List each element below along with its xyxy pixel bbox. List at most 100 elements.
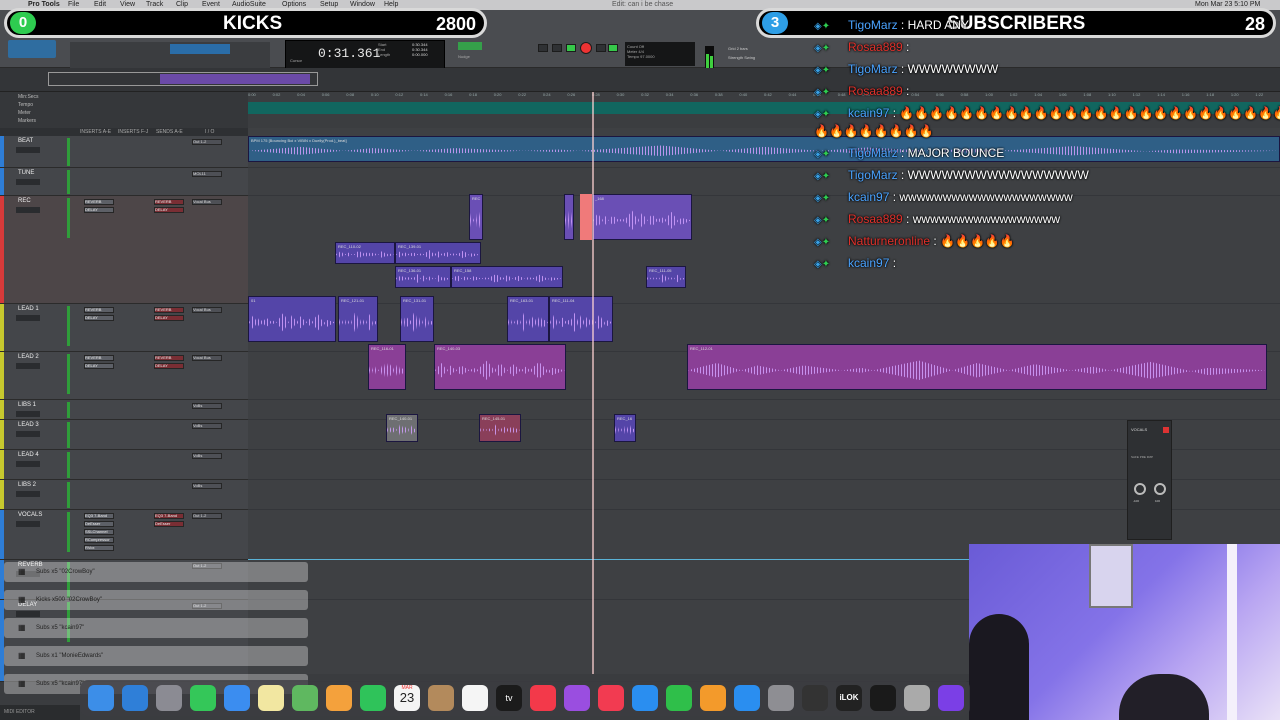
- insert-slot[interactable]: DELAY: [84, 315, 114, 321]
- audio-clip[interactable]: REC_158: [451, 266, 563, 288]
- track-buttons[interactable]: [16, 315, 40, 321]
- audio-clip[interactable]: 01: [248, 296, 336, 342]
- mail-icon[interactable]: [224, 685, 250, 711]
- length-value[interactable]: 0:00.000: [412, 52, 428, 57]
- track-lead-4[interactable]: LEAD 4 VoBs: [0, 450, 248, 480]
- send-slot[interactable]: REVERB: [154, 355, 184, 361]
- audio-clip[interactable]: REC_131-01: [400, 296, 434, 342]
- output-selector[interactable]: VoBs: [192, 403, 222, 409]
- maps-icon[interactable]: [292, 685, 318, 711]
- track-buttons[interactable]: [16, 179, 40, 185]
- track-buttons[interactable]: [16, 411, 40, 417]
- recording-clip[interactable]: [580, 194, 592, 240]
- track-lead-2[interactable]: LEAD 2 Vocal Bus REVERB REVERB DELAY DELAY: [0, 352, 248, 400]
- send-slot[interactable]: DELAY: [154, 315, 184, 321]
- track-name[interactable]: LIBS 1: [18, 402, 36, 408]
- track-tune[interactable]: TUNE MOL11: [0, 168, 248, 196]
- finder-icon[interactable]: [88, 685, 114, 711]
- insert-slot[interactable]: DELAY: [84, 207, 114, 213]
- podcasts-icon[interactable]: [564, 685, 590, 711]
- track-buttons[interactable]: [16, 431, 40, 437]
- send-slot[interactable]: EQ3 7-Band: [154, 513, 184, 519]
- track-lead-1[interactable]: LEAD 1 Vocal Bus REVERB REVERB DELAY DELAY: [0, 304, 248, 352]
- pages-icon[interactable]: [700, 685, 726, 711]
- close-icon[interactable]: [1163, 427, 1169, 433]
- audio-clip[interactable]: REC_121-01: [338, 296, 378, 342]
- grid-mode-button[interactable]: [458, 42, 482, 50]
- play-button[interactable]: [566, 44, 576, 52]
- pre-button[interactable]: PRE: [1140, 455, 1146, 459]
- disk-utility-icon[interactable]: [904, 685, 930, 711]
- audio-clip[interactable]: REC_112-01: [687, 344, 1267, 390]
- send-slot[interactable]: REVERB: [154, 199, 184, 205]
- track-lead-3[interactable]: LEAD 3 VoBs: [0, 420, 248, 450]
- insert-slot[interactable]: SSLChannel: [84, 529, 114, 535]
- audio-clip[interactable]: REC_136-01: [395, 266, 451, 288]
- audio-clip[interactable]: REC_116-01: [368, 344, 406, 390]
- edit-mode-buttons[interactable]: [8, 40, 56, 58]
- send-slot[interactable]: DELAY: [154, 363, 184, 369]
- track-name[interactable]: LEAD 3: [18, 422, 39, 428]
- audio-clip[interactable]: REC_163-01: [507, 296, 549, 342]
- track-name[interactable]: LEAD 2: [18, 354, 39, 360]
- insert-slot[interactable]: DeEsser: [84, 521, 114, 527]
- track-buttons[interactable]: [16, 491, 40, 497]
- track-name[interactable]: BEAT: [18, 138, 33, 144]
- return-to-zero-button[interactable]: [552, 44, 562, 52]
- audio-clip[interactable]: REC_111-04: [549, 296, 613, 342]
- audio-clip[interactable]: REC_139-01: [395, 242, 481, 264]
- track-name[interactable]: VOCALS: [18, 512, 42, 518]
- launchpad-icon[interactable]: [156, 685, 182, 711]
- music-icon[interactable]: [530, 685, 556, 711]
- output-selector[interactable]: Vocal Bus: [192, 307, 222, 313]
- fmp-button[interactable]: FMP: [1147, 455, 1153, 459]
- ilok-icon[interactable]: iLOK: [836, 685, 862, 711]
- record-button[interactable]: [580, 42, 592, 54]
- audio-clip[interactable]: REC_140-01: [386, 414, 418, 442]
- output-selector[interactable]: Out 1-2: [192, 139, 222, 145]
- track-beat[interactable]: BEAT Out 1-2: [0, 136, 248, 168]
- stop-button[interactable]: [596, 44, 606, 52]
- track-buttons[interactable]: [16, 521, 40, 527]
- track-libs-2[interactable]: LIBS 2 VoBs: [0, 480, 248, 510]
- track-name[interactable]: TUNE: [18, 170, 34, 176]
- track-buttons[interactable]: [16, 207, 40, 213]
- tempo-value[interactable]: 97.0000: [640, 54, 654, 59]
- audio-clip[interactable]: REC_110-02: [335, 242, 395, 264]
- insert-slot[interactable]: REVERB: [84, 355, 114, 361]
- contacts-icon[interactable]: [428, 685, 454, 711]
- reminders-icon[interactable]: [462, 685, 488, 711]
- insert-slot[interactable]: RCompressor: [84, 537, 114, 543]
- photos-icon[interactable]: [326, 685, 352, 711]
- track-name[interactable]: REC: [18, 198, 31, 204]
- garageband-icon[interactable]: [802, 685, 828, 711]
- insert-slot[interactable]: DELAY: [84, 363, 114, 369]
- audio-clip[interactable]: REC: [469, 194, 483, 240]
- insert-slot[interactable]: REVERB: [84, 307, 114, 313]
- smart-tool[interactable]: [170, 44, 230, 54]
- output-selector[interactable]: Vocal Bus: [192, 355, 222, 361]
- track-libs-1[interactable]: LIBS 1 VoBs: [0, 400, 248, 420]
- keynote-icon[interactable]: [632, 685, 658, 711]
- output-selector[interactable]: Out 1-2: [192, 513, 222, 519]
- notes-icon[interactable]: [258, 685, 284, 711]
- tv-icon[interactable]: tv: [496, 685, 522, 711]
- pan-knob-right[interactable]: [1154, 483, 1166, 495]
- facetime-icon[interactable]: [360, 685, 386, 711]
- send-slot[interactable]: REVERB: [154, 307, 184, 313]
- insert-slot[interactable]: RVox: [84, 545, 114, 551]
- grid-value[interactable]: 2 bars: [737, 46, 748, 51]
- midi-editor-tab[interactable]: MIDI EDITOR: [0, 705, 80, 720]
- overview-viewport[interactable]: [48, 72, 318, 86]
- main-counter[interactable]: 0:31.361: [318, 46, 380, 61]
- pro-tools-icon[interactable]: [938, 685, 964, 711]
- edit-tools[interactable]: [70, 42, 270, 68]
- track-vocals[interactable]: VOCALS Out 1-2 EQ3 7-Band EQ3 7-Band DeEsser…: [0, 510, 248, 560]
- audio-clip[interactable]: _168: [592, 194, 692, 240]
- online-button[interactable]: [538, 44, 548, 52]
- audio-clip[interactable]: REC_145-01: [479, 414, 521, 442]
- app-store-icon[interactable]: [734, 685, 760, 711]
- track-buttons[interactable]: [16, 363, 40, 369]
- messages-icon[interactable]: [190, 685, 216, 711]
- output-selector[interactable]: Vocal Bus: [192, 199, 222, 205]
